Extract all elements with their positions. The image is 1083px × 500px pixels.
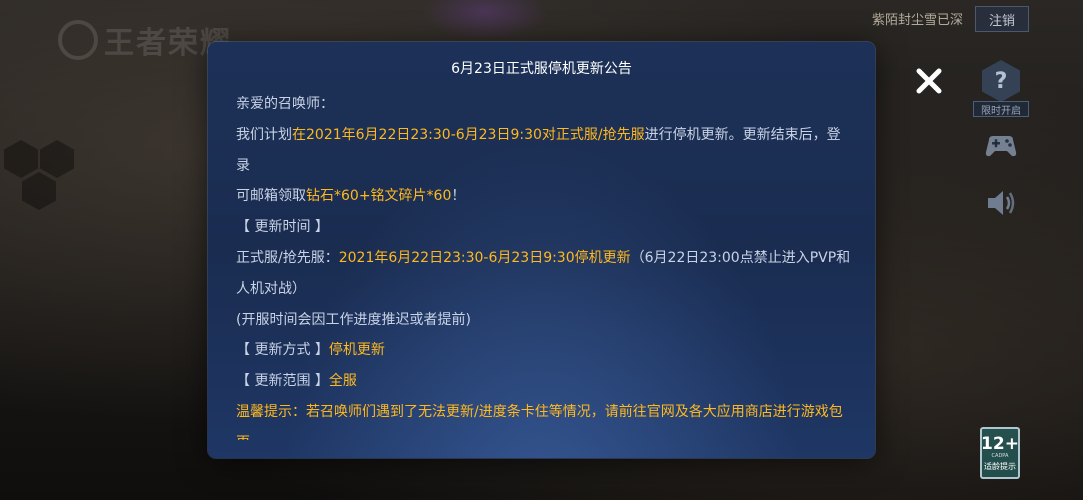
limited-time-label: 限时开启 — [973, 101, 1029, 117]
age-rating-org: CADPA — [991, 452, 1009, 459]
body-text: 我们计划 — [236, 126, 292, 143]
gamepad-button[interactable] — [978, 122, 1024, 168]
background-character — [420, 0, 550, 40]
highlight-text: 2021年6月22日23:30-6月23日9:30停机更新 — [338, 249, 631, 266]
dialog-title: 6月23日正式服停机更新公告 — [451, 61, 632, 77]
announcement-line: 人机对战） — [236, 274, 854, 305]
background-footer — [228, 468, 858, 496]
announcement-line: 正式服/抢先服：2021年6月22日23:30-6月23日9:30停机更新（6月… — [236, 243, 854, 274]
gamepad-icon — [985, 136, 1017, 157]
user-name: 紫陌封尘雪已深 — [872, 13, 964, 28]
background-logo: 王者荣耀 — [58, 18, 232, 62]
body-text: 【 更新方式 】 — [236, 342, 329, 359]
age-rating-number: 12+ — [981, 433, 1019, 454]
announcement-body[interactable]: 亲爱的召唤师： 我们计划在2021年6月22日23:30-6月23日9:30对正式… — [236, 89, 854, 440]
age-rating-tip: 适龄提示 — [984, 461, 1016, 471]
announcement-dialog: 6月23日正式服停机更新公告 亲爱的召唤师： 我们计划在2021年6月22日23:… — [208, 42, 875, 458]
highlight-text: 在2021年6月22日23:30-6月23日9:30对正式服/抢先服 — [292, 126, 645, 143]
logo-mark-icon — [58, 20, 98, 60]
highlight-text: 全服 — [328, 373, 357, 390]
body-text: ！ — [451, 188, 466, 205]
highlight-text: 温馨提示：若召唤师们遇到了无法更新/进度条卡住等情况，请前往官网及各大应用商店进… — [236, 403, 843, 440]
logout-button[interactable]: 注销 — [975, 6, 1029, 32]
announcement-line: 可邮箱领取钻石*60+铭文碎片*60！ — [236, 181, 854, 212]
background-hex — [4, 140, 38, 178]
body-text: （6月22日23:00点禁止进入PVP和 — [630, 249, 851, 266]
close-icon — [916, 68, 942, 94]
announcement-line: 我们计划在2021年6月22日23:30-6月23日9:30对正式服/抢先服进行… — [236, 120, 854, 182]
body-text: 可邮箱领取 — [236, 188, 306, 205]
close-button[interactable] — [912, 64, 946, 98]
body-text: 【 更新范围 】 — [236, 373, 329, 390]
body-text: 人机对战） — [236, 280, 306, 297]
background-hex — [22, 172, 56, 210]
announcement-line: (开服时间会因工作进度推迟或者提前) — [236, 305, 854, 336]
body-text: 【 更新时间 】 — [236, 219, 329, 236]
body-text: 正式服/抢先服： — [236, 249, 339, 266]
sound-button[interactable] — [978, 180, 1024, 226]
speaker-icon — [988, 191, 1015, 215]
body-text: 亲爱的召唤师： — [236, 96, 334, 112]
body-text: (开服时间会因工作进度推迟或者提前) — [236, 311, 471, 328]
announcement-line: 亲爱的召唤师： — [236, 89, 854, 120]
announcement-line: 【 更新时间 】 — [236, 212, 854, 243]
announcement-line: 【 更新方式 】停机更新 — [236, 335, 854, 366]
help-button[interactable]: ? — [978, 58, 1024, 104]
age-rating-badge: 12+ CADPA 适龄提示 — [980, 427, 1020, 479]
background-hex — [40, 140, 74, 178]
announcement-line: 【 更新范围 】全服 — [236, 366, 854, 397]
help-icon: ? — [982, 60, 1020, 102]
announcement-line: 温馨提示：若召唤师们遇到了无法更新/进度条卡住等情况，请前往官网及各大应用商店进… — [236, 397, 854, 440]
highlight-text: 停机更新 — [328, 342, 385, 359]
highlight-text: 钻石*60+铭文碎片*60 — [306, 188, 452, 205]
